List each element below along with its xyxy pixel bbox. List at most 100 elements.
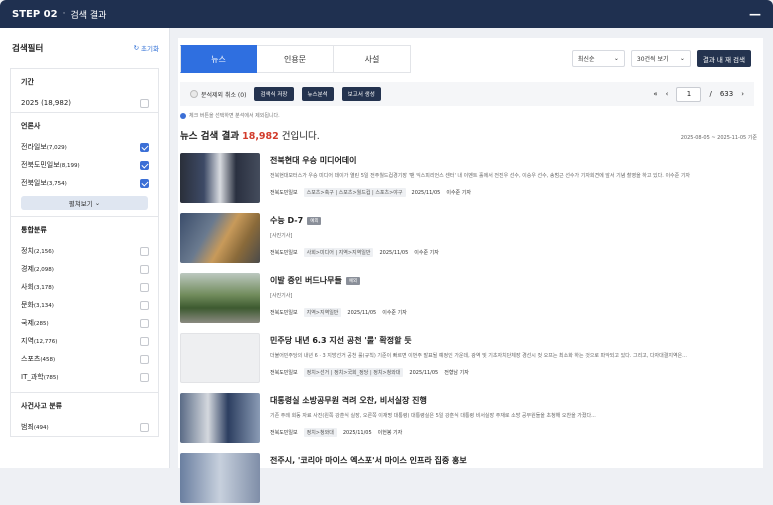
date-range: 2025-08-05 ~ 2025-11-05 기준 <box>680 135 757 141</box>
checkbox[interactable] <box>140 178 149 188</box>
filter-row-category[interactable]: 사회(3,178) <box>11 278 158 296</box>
expand-label: 펼쳐보기 <box>68 200 93 208</box>
top-header: STEP 02 · 검색 결과 — <box>0 0 773 28</box>
page-size-select[interactable]: 30건씩 보기 ⌄ <box>630 50 691 67</box>
filter-label: 2025 <box>21 99 39 107</box>
news-analysis-button[interactable]: 뉴스분석 <box>301 87 334 101</box>
category-section-title: 통합분류 <box>11 216 158 242</box>
step-label: STEP 02 <box>12 8 58 20</box>
news-title[interactable]: 수능 D-7 <box>270 215 303 226</box>
filter-row-category[interactable]: IT_과학(785) <box>11 368 158 386</box>
search-within-button[interactable]: 결과 내 재 검색 <box>696 50 751 67</box>
filter-title: 검색필터 <box>12 44 44 54</box>
next-page-icon[interactable]: › <box>741 90 744 98</box>
exclude-toggle[interactable]: 분석제외 취소 (0) <box>190 90 246 99</box>
news-date: 2025/11/05 <box>411 189 441 196</box>
filter-row-category[interactable]: 지역(12,776) <box>11 332 158 350</box>
page-input[interactable]: 1 <box>676 86 702 102</box>
news-thumbnail <box>180 393 260 443</box>
news-title[interactable]: 대통령실 소방공무원 격려 오찬, 비서실장 진행 <box>270 395 427 406</box>
news-date: 2025/11/05 <box>342 429 372 436</box>
filter-row-category[interactable]: 국제(285) <box>11 314 158 332</box>
filter-count: (7,029) <box>46 145 67 151</box>
filter-count: (12,776) <box>33 339 58 345</box>
news-thumbnail <box>180 453 260 503</box>
news-item[interactable]: 전북현대 우승 미디어데이 전북현대모터스가 우승 미디어 데이가 열린 5일 … <box>180 153 754 205</box>
checkbox[interactable] <box>140 354 149 364</box>
checkbox[interactable] <box>140 246 149 256</box>
tab-editorials[interactable]: 사설 <box>334 45 411 73</box>
news-item[interactable]: 이발 중인 버드나무들 예외 [사진기사] 전북도민일보 지역>지역일반 2025/1… <box>180 273 754 325</box>
filter-row-incident[interactable]: 범죄(494) <box>11 418 158 436</box>
filter-label: 정치 <box>21 247 34 255</box>
tab-quotes[interactable]: 인용문 <box>257 45 334 73</box>
reset-label: 초기화 <box>141 45 159 53</box>
reset-button[interactable]: ↻ 초기화 <box>134 43 159 53</box>
filter-count: (18,982) <box>41 99 72 107</box>
checkbox[interactable] <box>140 318 149 328</box>
filter-row-2025[interactable]: 2025 (18,982) <box>11 94 158 112</box>
filter-count: (2,098) <box>33 267 54 273</box>
exclude-note: 체크 버튼을 선택하면 분석에서 제외됩니다. <box>180 112 280 119</box>
news-category: 스포츠>축구 | 스포츠>월드컵 | 스포츠>야구 <box>303 188 406 197</box>
filter-row-category[interactable]: 정치(2,156) <box>11 242 158 260</box>
checkbox[interactable] <box>140 372 149 382</box>
minimize-icon[interactable]: — <box>749 7 761 21</box>
news-summary: 기존 주례 회동 자료 사진(왼쪽 강훈식 실장, 오른쪽 이재명 대통령) 대… <box>270 413 596 419</box>
news-item[interactable]: 대통령실 소방공무원 격려 오찬, 비서실장 진행 기존 주례 회동 자료 사진… <box>180 393 754 445</box>
results-panel: 뉴스 인용문 사설 최신순 ⌄ 30건씩 보기 ⌄ 결과 내 재 검색 분석제외 취… <box>178 38 763 503</box>
filter-row-category[interactable]: 문화(3,134) <box>11 296 158 314</box>
news-writer: 이수준 기자 <box>446 190 471 196</box>
press-section-title: 언론사 <box>11 112 158 138</box>
expand-button[interactable]: 펼쳐보기 ⌄ <box>21 196 148 210</box>
chevron-down-icon: ⌄ <box>679 55 685 62</box>
news-title[interactable]: 전북현대 우승 미디어데이 <box>270 155 357 166</box>
news-item[interactable]: 수능 D-7 예외 [사진기사] 전북도민일보 사회>미디어 | 지역>지역일반 20… <box>180 213 754 265</box>
tab-news[interactable]: 뉴스 <box>180 45 257 73</box>
first-page-icon[interactable]: « <box>653 90 657 98</box>
news-writer: 이수준 기자 <box>414 250 439 256</box>
save-query-button[interactable]: 검색식 저장 <box>254 87 294 101</box>
filter-row-press[interactable]: 전북도민일보(8,199) <box>11 156 158 174</box>
filter-label: 지역 <box>21 337 34 345</box>
news-title[interactable]: 민주당 내년 6.3 지선 공천 '룰' 확정할 듯 <box>270 335 412 346</box>
filter-label: 전라일보 <box>21 143 47 151</box>
news-summary: 전북현대모터스가 우승 미디어 데이가 열린 5일 전주월드컵경기장 '팬 익스… <box>270 173 691 179</box>
filter-count: (8,199) <box>59 163 80 169</box>
incident-section-title: 사건사고 분류 <box>11 392 158 418</box>
exclude-label: 분석제외 취소 (0) <box>201 91 247 99</box>
checkbox[interactable] <box>140 300 149 310</box>
filter-row-category[interactable]: 경제(2,098) <box>11 260 158 278</box>
news-writer: 이수준 기자 <box>382 310 407 316</box>
news-title[interactable]: 전주시, '코리아 마이스 엑스포'서 마이스 인프라 집중 홍보 <box>270 455 467 466</box>
checkbox[interactable] <box>140 422 149 432</box>
filter-label: 스포츠 <box>21 355 41 363</box>
filter-row-press[interactable]: 전북일보(3,754) <box>11 174 158 192</box>
checkbox[interactable] <box>140 98 149 108</box>
filter-label: 경제 <box>21 265 34 273</box>
page-size-value: 30건씩 보기 <box>636 56 669 63</box>
checkbox[interactable] <box>140 160 149 170</box>
filter-count: (3,754) <box>46 181 67 187</box>
exception-badge: 예외 <box>345 276 361 285</box>
news-date: 2025/11/05 <box>347 309 377 316</box>
prev-page-icon[interactable]: ‹ <box>666 90 669 98</box>
filter-label: 문화 <box>21 301 34 309</box>
news-item[interactable]: 민주당 내년 6.3 지선 공천 '룰' 확정할 듯 더불어민주당의 내년 6 … <box>180 333 754 385</box>
news-title[interactable]: 이발 중인 버드나무들 <box>270 275 342 286</box>
filter-row-category[interactable]: 스포츠(458) <box>11 350 158 368</box>
checkbox[interactable] <box>140 282 149 292</box>
filter-count: (285) <box>33 321 49 327</box>
news-summary: 더불어민주당의 내년 6 · 3 지방선거 공천 룰(규칙) 기준이 빠르면 이… <box>270 353 687 359</box>
checkbox[interactable] <box>140 142 149 152</box>
news-item[interactable]: 전주시, '코리아 마이스 엑스포'서 마이스 인프라 집중 홍보 <box>180 453 754 505</box>
checkbox[interactable] <box>140 264 149 274</box>
news-writer: 이헌봉 기자 <box>377 430 403 436</box>
sort-select[interactable]: 최신순 ⌄ <box>571 50 625 67</box>
filter-box: 기간 2025 (18,982) 언론사 전라일보(7,029) 전북도민일보(… <box>10 68 159 437</box>
news-category: 정치>청와대 <box>303 428 337 437</box>
filter-row-press[interactable]: 전라일보(7,029) <box>11 138 158 156</box>
period-section-title: 기간 <box>11 68 158 94</box>
checkbox[interactable] <box>140 336 149 346</box>
create-report-button[interactable]: 보고서 생성 <box>341 87 381 101</box>
